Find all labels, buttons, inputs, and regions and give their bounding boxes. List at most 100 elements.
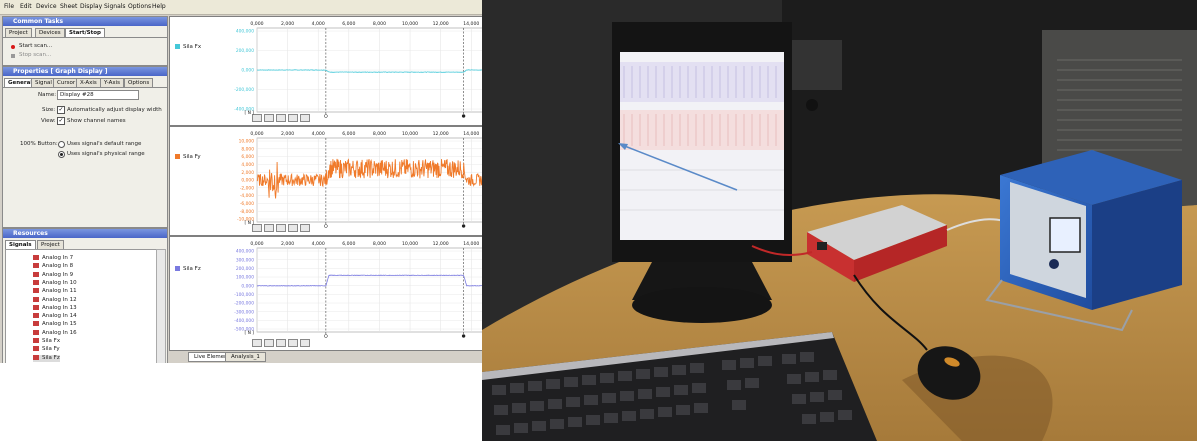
y-tick-label: 200,000: [236, 48, 254, 54]
y-tick-label: 2,000: [241, 170, 254, 176]
auto-width-label: Automatically adjust display width: [67, 107, 162, 113]
signal-icon: [33, 313, 39, 319]
signal-name: Sila Fz: [42, 354, 60, 361]
x-tick-label: 0,000: [250, 241, 263, 247]
signal-list-item[interactable]: Analog In 14: [33, 313, 77, 320]
physical-range-label: Uses signal's physical range: [67, 151, 145, 157]
tab-analysis-1[interactable]: Analysis_1: [225, 352, 266, 362]
name-label: Name:: [38, 92, 57, 98]
x-tick-label: 4,000: [312, 131, 325, 137]
signal-list-item[interactable]: Analog In 13: [33, 304, 77, 312]
x-tick-label: 8,000: [373, 131, 386, 137]
name-input-value: Display #28: [60, 92, 94, 98]
signal-name: Analog In 16: [42, 329, 77, 336]
y-tick-label: 0,000: [241, 283, 254, 289]
signal-list-item[interactable]: Analog In 11: [33, 288, 77, 295]
y-tick-label: 0,000: [241, 178, 254, 184]
x-tick-label: 10,000: [402, 131, 418, 137]
properties-panel: Properties [ Graph Display ] General Sig…: [2, 66, 168, 228]
view-label: View:: [41, 118, 56, 124]
common-tasks-panel: Common Tasks Project Devices Start/Stop …: [2, 16, 168, 66]
signal-list-item[interactable]: Analog In 8: [33, 263, 73, 270]
signal-name: Sila Fy: [42, 346, 60, 353]
unit-button: [ N ]: [244, 110, 254, 116]
x-tick-label: 6,000: [342, 241, 355, 247]
signal-list-item[interactable]: Sila Fz: [33, 354, 60, 362]
default-range-radio[interactable]: [58, 141, 65, 148]
signal-list-item[interactable]: Sila Fx: [33, 338, 60, 345]
y-tick-label: 400,000: [236, 249, 254, 255]
signal-list-scrollbar[interactable]: [156, 249, 166, 363]
menu-device[interactable]: Device: [36, 3, 57, 10]
show-names-label: Show channel names: [67, 118, 126, 124]
signal-name: Analog In 15: [42, 321, 77, 328]
tab-start-stop[interactable]: Start/Stop: [65, 28, 105, 37]
tab-project-resources[interactable]: Project: [37, 240, 64, 249]
x-tick-label: 10,000: [402, 241, 418, 247]
tab-devices[interactable]: Devices: [35, 28, 65, 37]
tab-project[interactable]: Project: [5, 28, 32, 37]
monitor-base: [632, 287, 772, 323]
name-input[interactable]: Display #28: [57, 90, 139, 100]
x-tick-label: 14,000: [463, 241, 479, 247]
signal-list-item[interactable]: Analog In 12: [33, 296, 77, 304]
btn100-label: 100% Button:: [20, 141, 58, 147]
record-icon: [11, 45, 15, 49]
tab-y-axis[interactable]: Y-Axis: [100, 78, 124, 87]
signal-icon: [33, 321, 39, 327]
y-tick-label: 400,000: [236, 29, 254, 35]
tab-options[interactable]: Options: [124, 78, 154, 87]
x-tick-label: 4,000: [312, 241, 325, 247]
divider: [3, 37, 167, 38]
signal-list-item[interactable]: Analog In 16: [33, 329, 77, 337]
x-tick-label: 14,000: [463, 131, 479, 137]
x-tick-label: 8,000: [373, 21, 386, 27]
menu-help[interactable]: Help: [152, 3, 166, 10]
menu-signals[interactable]: Signals: [104, 3, 126, 10]
y-tick-label: -6,000: [240, 201, 254, 207]
signal-icon: [33, 288, 39, 294]
signal-name: Sila Fx: [42, 338, 61, 344]
start-scan-link[interactable]: Start scan...: [19, 43, 52, 49]
y-tick-label: 4,000: [241, 162, 254, 168]
tab-x-axis[interactable]: X-Axis: [76, 78, 101, 87]
signal-list-item[interactable]: Sila Fy: [33, 346, 60, 353]
stop-icon: [11, 54, 15, 58]
menu-file[interactable]: File: [4, 3, 14, 10]
show-names-checkbox[interactable]: ✓: [57, 117, 65, 125]
physical-range-radio[interactable]: [58, 151, 65, 158]
x-tick-label: 0,000: [250, 21, 263, 27]
stop-scan-link[interactable]: Stop scan...: [19, 52, 51, 58]
signal-list-item[interactable]: Analog In 15: [33, 321, 77, 328]
x-tick-label: 2,000: [281, 21, 294, 27]
signal-list-item[interactable]: Analog In 7: [33, 255, 73, 262]
signal-name: Analog In 13: [42, 304, 77, 311]
y-tick-label: -200,000: [234, 301, 254, 307]
y-tick-label: -8,000: [240, 209, 254, 215]
signal-list-item[interactable]: Analog In 9: [33, 271, 74, 279]
signal-list: [5, 249, 157, 363]
y-tick-label: -2,000: [240, 185, 254, 191]
x-tick-label: 6,000: [342, 131, 355, 137]
signal-icon: [33, 296, 39, 302]
tab-signals[interactable]: Signals: [5, 240, 36, 249]
x-tick-label: 2,000: [281, 131, 294, 137]
menu-display[interactable]: Display: [80, 3, 102, 10]
signal-icon: [33, 263, 39, 269]
signal-name: Analog In 9: [42, 271, 74, 278]
menu-options[interactable]: Options: [128, 3, 151, 10]
cursor-marker: [324, 334, 328, 338]
size-label: Size:: [42, 107, 56, 113]
signal-list-item[interactable]: Analog In 10: [33, 279, 77, 287]
auto-width-checkbox[interactable]: ✓: [57, 106, 65, 114]
signal-name: Analog In 10: [42, 279, 77, 286]
menu-sheet[interactable]: Sheet: [60, 3, 77, 10]
menu-edit[interactable]: Edit: [20, 3, 32, 10]
x-tick-label: 4,000: [312, 21, 325, 27]
signal-name: Analog In 8: [42, 263, 74, 270]
unit-button: [ N ]: [244, 330, 254, 336]
x-tick-label: 0,000: [250, 131, 263, 137]
unit-button: [ N ]: [244, 220, 254, 226]
x-tick-label: 6,000: [342, 21, 355, 27]
x-tick-label: 8,000: [373, 241, 386, 247]
